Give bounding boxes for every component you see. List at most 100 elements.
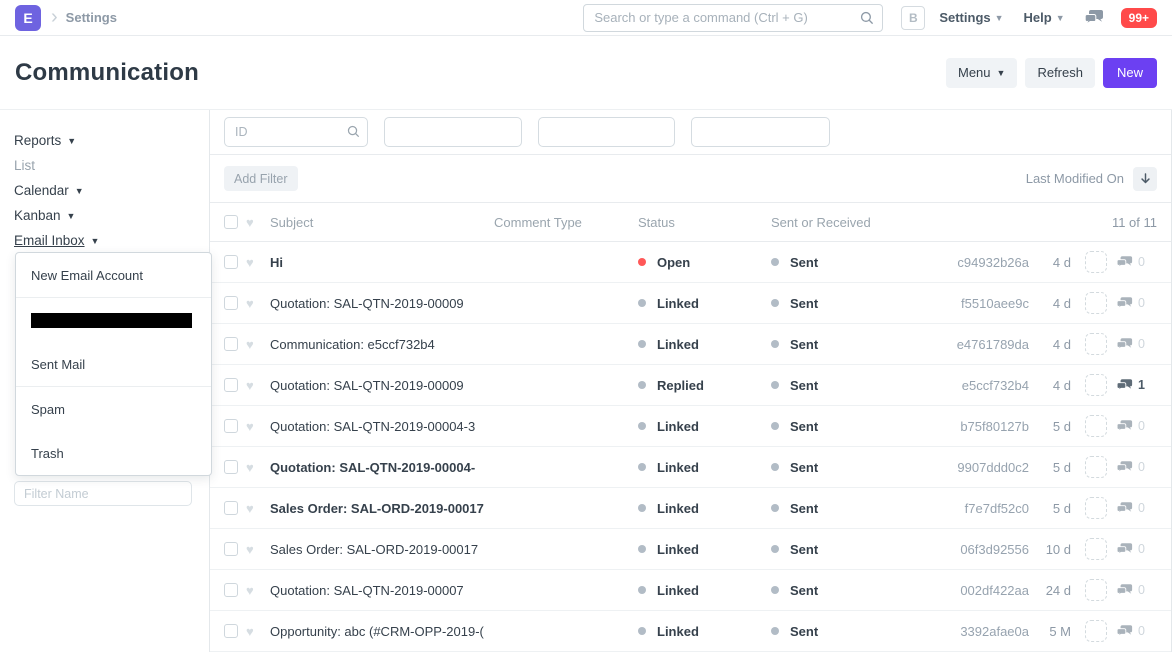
heart-icon[interactable]: ♥ <box>246 297 260 310</box>
nav-settings-menu[interactable]: Settings▼ <box>939 10 1003 25</box>
table-row[interactable]: ♥ Communication: e5ccf732b4 Linked Sent … <box>210 324 1171 365</box>
row-comments[interactable]: 0 <box>1117 296 1157 310</box>
row-checkbox[interactable] <box>224 583 238 597</box>
sent-dot <box>771 340 779 348</box>
assign-placeholder[interactable] <box>1085 251 1107 273</box>
filter-input-3[interactable] <box>538 117 675 147</box>
row-checkbox[interactable] <box>224 501 238 515</box>
row-checkbox[interactable] <box>224 624 238 638</box>
table-row[interactable]: ♥ Quotation: SAL-QTN-2019-00004- Linked … <box>210 447 1171 488</box>
sort-field-label[interactable]: Last Modified On <box>1026 171 1124 186</box>
row-comments[interactable]: 1 <box>1117 378 1157 392</box>
table-row[interactable]: ♥ Opportunity: abc (#CRM-OPP-2019-( Link… <box>210 611 1171 652</box>
row-checkbox[interactable] <box>224 255 238 269</box>
heart-icon[interactable]: ♥ <box>246 338 260 351</box>
heart-icon[interactable]: ♥ <box>246 420 260 433</box>
row-checkbox[interactable] <box>224 460 238 474</box>
row-comments[interactable]: 0 <box>1117 255 1157 269</box>
row-checkbox[interactable] <box>224 542 238 556</box>
liked-filter-icon[interactable]: ♥ <box>246 216 260 229</box>
row-checkbox[interactable] <box>224 296 238 310</box>
row-sent-or-received: Sent <box>790 624 818 639</box>
app-logo[interactable]: E <box>15 5 41 31</box>
sidebar-item-reports[interactable]: Reports▼ <box>14 128 195 153</box>
heart-icon[interactable]: ♥ <box>246 502 260 515</box>
assign-placeholder[interactable] <box>1085 579 1107 601</box>
row-comments[interactable]: 0 <box>1117 419 1157 433</box>
email-inbox-dropdown: New Email Account Sent Mail Spam Trash <box>15 252 212 476</box>
table-row[interactable]: ♥ Quotation: SAL-QTN-2019-00009 Linked S… <box>210 283 1171 324</box>
dropdown-item-spam[interactable]: Spam <box>16 387 211 431</box>
new-button[interactable]: New <box>1103 58 1157 88</box>
assign-placeholder[interactable] <box>1085 620 1107 642</box>
sent-dot <box>771 627 779 635</box>
row-subject[interactable]: Sales Order: SAL-ORD-2019-00017 <box>270 542 494 557</box>
assign-placeholder[interactable] <box>1085 497 1107 519</box>
refresh-button[interactable]: Refresh <box>1025 58 1095 88</box>
sidebar-item-email-inbox[interactable]: Email Inbox▼ <box>14 228 195 253</box>
row-subject[interactable]: Communication: e5ccf732b4 <box>270 337 494 352</box>
assign-placeholder[interactable] <box>1085 538 1107 560</box>
comment-count: 0 <box>1138 419 1145 433</box>
comment-count: 0 <box>1138 296 1145 310</box>
assign-placeholder[interactable] <box>1085 292 1107 314</box>
sidebar-item-calendar[interactable]: Calendar▼ <box>14 178 195 203</box>
row-checkbox[interactable] <box>224 419 238 433</box>
assign-placeholder[interactable] <box>1085 374 1107 396</box>
heart-icon[interactable]: ♥ <box>246 461 260 474</box>
select-all-checkbox[interactable] <box>224 215 238 229</box>
search-input[interactable] <box>583 4 883 32</box>
row-comments[interactable]: 0 <box>1117 337 1157 351</box>
table-row[interactable]: ♥ Sales Order: SAL-ORD-2019-00017 Linked… <box>210 529 1171 570</box>
menu-button[interactable]: Menu▼ <box>946 58 1017 88</box>
row-subject[interactable]: Quotation: SAL-QTN-2019-00009 <box>270 378 494 393</box>
row-comments[interactable]: 0 <box>1117 624 1157 638</box>
assign-placeholder[interactable] <box>1085 415 1107 437</box>
heart-icon[interactable]: ♥ <box>246 543 260 556</box>
filter-name-input[interactable] <box>14 481 192 506</box>
row-comments[interactable]: 0 <box>1117 583 1157 597</box>
row-subject[interactable]: Opportunity: abc (#CRM-OPP-2019-( <box>270 624 494 639</box>
row-checkbox[interactable] <box>224 337 238 351</box>
row-comments[interactable]: 0 <box>1117 501 1157 515</box>
sent-dot <box>771 258 779 266</box>
row-status: Open <box>657 255 690 270</box>
add-filter-button[interactable]: Add Filter <box>224 166 298 191</box>
row-subject[interactable]: Quotation: SAL-QTN-2019-00004- <box>270 460 494 475</box>
assign-placeholder[interactable] <box>1085 333 1107 355</box>
row-subject[interactable]: Quotation: SAL-QTN-2019-00009 <box>270 296 494 311</box>
nav-help-menu[interactable]: Help▼ <box>1024 10 1065 25</box>
table-row[interactable]: ♥ Quotation: SAL-QTN-2019-00004-3 Linked… <box>210 406 1171 447</box>
heart-icon[interactable]: ♥ <box>246 256 260 269</box>
assign-placeholder[interactable] <box>1085 456 1107 478</box>
chat-icon[interactable] <box>1085 10 1103 25</box>
dropdown-item-redacted-account[interactable] <box>16 298 211 342</box>
table-row[interactable]: ♥ Quotation: SAL-QTN-2019-00007 Linked S… <box>210 570 1171 611</box>
row-sent-or-received: Sent <box>790 419 818 434</box>
table-row[interactable]: ♥ Sales Order: SAL-ORD-2019-00017 Linked… <box>210 488 1171 529</box>
sort-direction-button[interactable] <box>1133 167 1157 191</box>
row-subject[interactable]: Sales Order: SAL-ORD-2019-00017 <box>270 501 494 516</box>
dropdown-item-trash[interactable]: Trash <box>16 431 211 475</box>
table-row[interactable]: ♥ Hi Open Sent c94932b26a 4 d 0 <box>210 242 1171 283</box>
table-row[interactable]: ♥ Quotation: SAL-QTN-2019-00009 Replied … <box>210 365 1171 406</box>
row-checkbox[interactable] <box>224 378 238 392</box>
heart-icon[interactable]: ♥ <box>246 379 260 392</box>
notifications-badge[interactable]: 99+ <box>1121 8 1157 28</box>
filter-input-2[interactable] <box>384 117 522 147</box>
breadcrumb[interactable]: Settings <box>66 10 117 25</box>
dropdown-item-sent-mail[interactable]: Sent Mail <box>16 342 211 386</box>
heart-icon[interactable]: ♥ <box>246 625 260 638</box>
row-subject[interactable]: Quotation: SAL-QTN-2019-00007 <box>270 583 494 598</box>
dropdown-item-new-email-account[interactable]: New Email Account <box>16 253 211 297</box>
list-header: ♥ Subject Comment Type Status Sent or Re… <box>210 203 1171 242</box>
heart-icon[interactable]: ♥ <box>246 584 260 597</box>
filter-input-4[interactable] <box>691 117 830 147</box>
row-comments[interactable]: 0 <box>1117 542 1157 556</box>
user-avatar[interactable]: B <box>901 6 925 30</box>
row-subject[interactable]: Quotation: SAL-QTN-2019-00004-3 <box>270 419 494 434</box>
sidebar-item-list[interactable]: List <box>14 153 195 178</box>
row-subject[interactable]: Hi <box>270 255 494 270</box>
sidebar-item-kanban[interactable]: Kanban▼ <box>14 203 195 228</box>
row-comments[interactable]: 0 <box>1117 460 1157 474</box>
